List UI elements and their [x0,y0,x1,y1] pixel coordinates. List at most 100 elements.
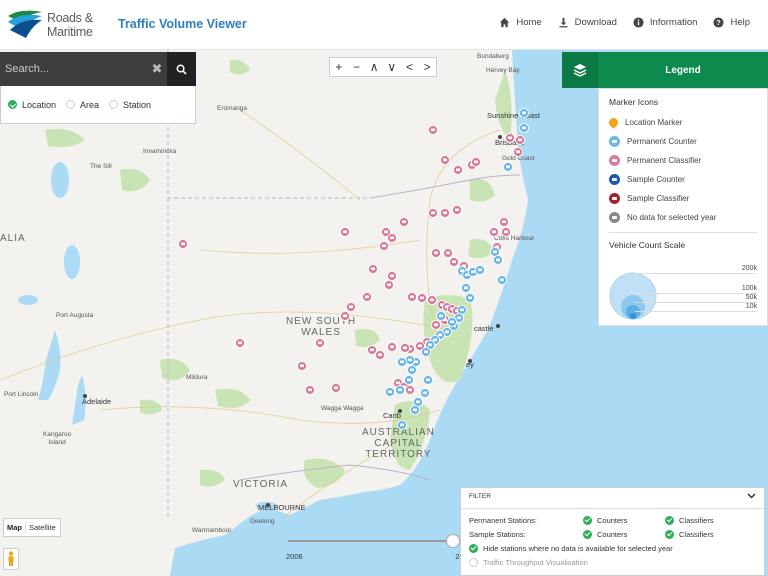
permanent-classifier-marker[interactable] [498,216,510,228]
checkbox-sample-counters[interactable]: Counters [583,529,665,539]
help-icon: ? [713,17,724,28]
permanent-classifier-marker[interactable] [366,344,378,356]
top-nav: Home Download Information ? Help [499,17,750,28]
checkbox-permanent-classifiers[interactable]: Classifiers [665,515,747,525]
permanent-classifier-marker[interactable] [452,164,464,176]
city-dot [498,135,502,139]
permanent-counter-marker[interactable] [474,264,486,276]
permanent-classifier-marker[interactable] [430,319,442,331]
search-button[interactable] [166,52,196,86]
permanent-classifier-marker[interactable] [416,292,428,304]
map-type-satellite[interactable]: Satellite [26,523,59,532]
nav-download[interactable]: Download [558,17,617,28]
clear-icon[interactable]: ✖ [147,61,167,77]
permanent-counter-marker[interactable] [419,387,431,399]
checkbox-sample-classifiers[interactable]: Classifiers [665,529,747,539]
permanent-classifier-marker[interactable] [314,337,326,349]
permanent-counter-marker[interactable] [384,386,396,398]
permanent-counter-marker[interactable] [396,419,408,431]
checkbox-hide-no-data[interactable]: Hide stations where no data is available… [469,543,673,553]
slider-track[interactable] [288,540,458,542]
permanent-classifier-marker[interactable] [442,247,454,259]
zoom-in-button[interactable]: + [332,60,346,74]
permanent-counter-marker[interactable] [406,364,418,376]
permanent-classifier-marker[interactable] [361,291,373,303]
permanent-classifier-marker[interactable] [398,216,410,228]
permanent-classifier-marker[interactable] [514,134,526,146]
permanent-counter-marker[interactable] [409,404,421,416]
pan-right-button[interactable]: > [420,60,434,74]
permanent-classifier-marker[interactable] [426,294,438,306]
nav-home[interactable]: Home [499,17,542,28]
permanent-classifier-marker[interactable] [488,226,500,238]
permanent-classifier-marker[interactable] [430,247,442,259]
permanent-classifier-marker[interactable] [386,341,398,353]
checkbox-throughput[interactable]: Traffic Throughput Visualisation [469,557,588,567]
radio-area[interactable]: Area [66,100,99,110]
permanent-classifier-marker[interactable] [234,337,246,349]
chevron-down-icon[interactable] [747,491,756,502]
city-dot [398,409,402,413]
permanent-counter-marker[interactable] [518,122,530,134]
permanent-classifier-marker[interactable] [339,226,351,238]
permanent-classifier-marker[interactable] [304,384,316,396]
permanent-counter-marker[interactable] [422,374,434,386]
permanent-classifier-marker[interactable] [500,226,512,238]
permanent-classifier-marker[interactable] [406,291,418,303]
permanent-counter-marker[interactable] [496,274,508,286]
permanent-classifier-marker[interactable] [512,146,524,158]
permanent-counter-marker[interactable] [492,254,504,266]
checkbox-permanent-counters[interactable]: Counters [583,515,665,525]
permanent-classifier-marker[interactable] [399,342,411,354]
permanent-classifier-marker[interactable] [177,238,189,250]
permanent-classifier-marker[interactable] [386,232,398,244]
legend-marker-list: Location Marker Permanent Counter Permanen… [607,113,757,227]
scale-label-100k: 100k [741,285,757,292]
permanent-classifier-marker[interactable] [386,270,398,282]
permanent-classifier-marker[interactable] [374,349,386,361]
map-type-map[interactable]: Map [4,523,25,532]
permanent-classifier-marker[interactable] [367,263,379,275]
pan-down-button[interactable]: ∨ [385,60,399,74]
permanent-counter-marker[interactable] [420,346,432,358]
radio-location[interactable]: Location [8,100,56,110]
search-input[interactable] [0,52,147,86]
pan-up-button[interactable]: ∧ [367,60,381,74]
sample-counter-icon [609,174,620,185]
permanent-classifier-marker[interactable] [330,382,342,394]
nav-help[interactable]: ? Help [713,17,750,28]
permanent-counter-marker[interactable] [394,384,406,396]
slider-handle-end[interactable] [446,534,460,548]
permanent-classifier-marker[interactable] [427,207,439,219]
permanent-classifier-marker[interactable] [439,154,451,166]
street-view-pegman[interactable] [3,548,19,570]
permanent-classifier-marker[interactable] [345,301,357,313]
permanent-counter-marker[interactable] [396,356,408,368]
pan-left-button[interactable]: < [402,60,416,74]
permanent-counter-marker[interactable] [460,282,472,294]
layers-toggle-button[interactable] [562,52,598,88]
permanent-counter-marker[interactable] [464,292,476,304]
legend-title[interactable]: Legend [598,52,768,88]
permanent-classifier-marker[interactable] [378,240,390,252]
permanent-classifier-marker[interactable] [383,279,395,291]
permanent-classifier-marker[interactable] [439,207,451,219]
permanent-counter-marker[interactable] [435,310,447,322]
permanent-classifier-marker[interactable] [451,204,463,216]
permanent-counter-marker[interactable] [518,107,530,119]
zoom-out-button[interactable]: − [349,60,363,74]
radio-station[interactable]: Station [109,100,151,110]
permanent-classifier-marker[interactable] [504,132,516,144]
nav-information[interactable]: Information [633,17,697,28]
permanent-classifier-marker[interactable] [427,124,439,136]
permanent-classifier-marker[interactable] [470,156,482,168]
permanent-classifier-marker[interactable] [339,310,351,322]
permanent-counter-marker[interactable] [502,161,514,173]
permanent-counter-marker[interactable] [446,316,458,328]
permanent-classifier-marker[interactable] [296,360,308,372]
permanent-classifier-marker[interactable] [404,384,416,396]
checkbox-checked-icon [665,515,674,525]
layers-icon [573,64,587,77]
permanent-counter-marker[interactable] [403,374,415,386]
permanent-classifier-marker[interactable] [448,256,460,268]
